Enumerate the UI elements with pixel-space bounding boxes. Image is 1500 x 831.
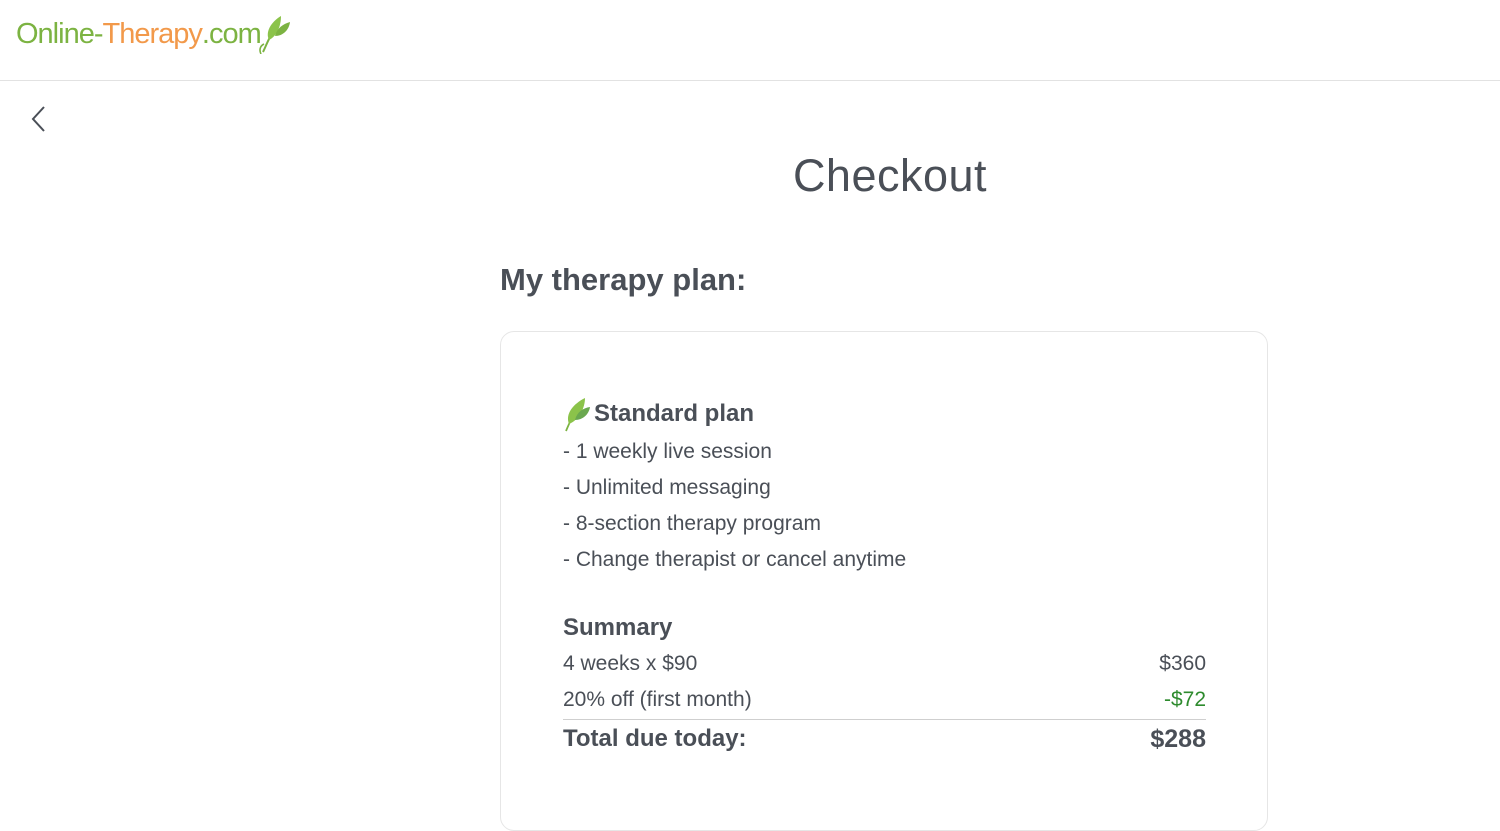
plan-card: Standard plan - 1 weekly live session - … — [500, 331, 1268, 831]
back-button[interactable] — [24, 102, 56, 136]
summary-row-subtotal: 4 weeks x $90 $360 — [563, 646, 1206, 682]
list-item: - 8-section therapy program — [563, 512, 821, 535]
list-item: - 1 weekly live session — [563, 440, 772, 463]
plan-name: Standard plan — [594, 400, 755, 427]
logo-text-online: Online- — [16, 18, 103, 50]
plan-features-list: - 1 weekly live session - Unlimited mess… — [563, 434, 1206, 578]
discount-value: -$72 — [1163, 688, 1206, 711]
summary-row-label: 20% off (first month) — [563, 688, 752, 711]
leaf-icon — [257, 14, 291, 55]
total-row: Total due today: $288 — [563, 720, 1206, 758]
logo-text-com: .com — [201, 18, 262, 50]
logo-text-therapy: Therapy — [102, 18, 203, 50]
summary-row-label: 4 weeks x $90 — [563, 652, 698, 675]
plan-section-heading: My therapy plan: — [500, 262, 747, 297]
plan-title: Standard plan — [563, 396, 1206, 432]
list-item: - Unlimited messaging — [563, 476, 771, 499]
chevron-left-icon — [24, 106, 56, 140]
summary-row-value: $360 — [1159, 652, 1206, 675]
page-title: Checkout — [792, 150, 988, 201]
top-header: Online- Therapy .com — [0, 0, 1500, 81]
total-label: Total due today: — [563, 725, 747, 752]
leaf-icon — [563, 396, 591, 432]
total-value: $288 — [1150, 725, 1206, 753]
summary-row-discount: 20% off (first month) -$72 — [563, 682, 1206, 718]
site-logo[interactable]: Online- Therapy .com — [16, 14, 291, 55]
summary-title: Summary — [563, 614, 673, 641]
list-item: - Change therapist or cancel anytime — [563, 548, 907, 571]
